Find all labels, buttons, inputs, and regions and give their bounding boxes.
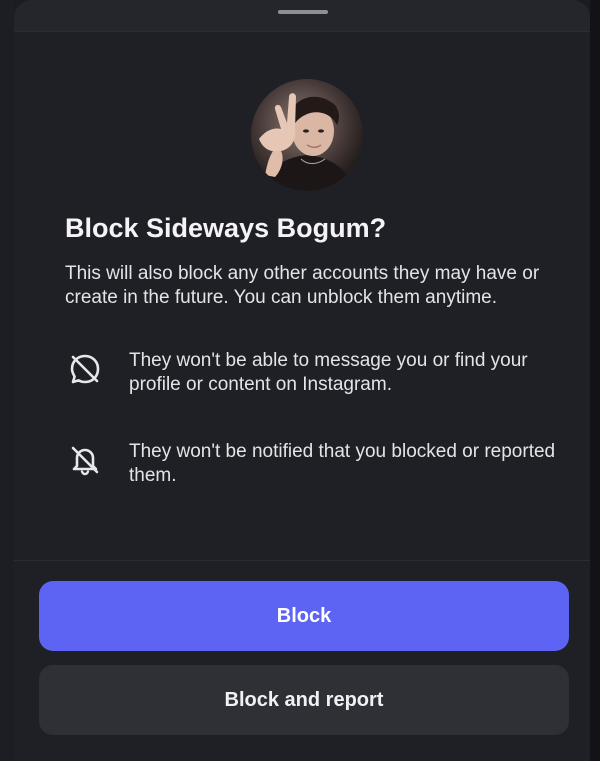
left-edge	[0, 0, 14, 761]
info-row-text: They won't be able to message you or fin…	[129, 350, 528, 395]
bell-off-icon	[71, 446, 99, 476]
block-button[interactable]: Block	[39, 581, 569, 651]
button-area-divider	[14, 560, 590, 561]
screen-background: Block Sideways Bogum? This will also blo…	[0, 0, 600, 761]
profile-photo	[259, 93, 355, 191]
dialog-title: Block Sideways Bogum?	[65, 213, 387, 243]
block-and-report-button[interactable]: Block and report	[39, 665, 569, 735]
right-edge	[590, 0, 600, 761]
dialog-description: This will also block any other accounts …	[65, 263, 540, 308]
message-off-icon	[70, 354, 100, 384]
drag-handle[interactable]	[278, 10, 328, 14]
sheet-header	[14, 0, 590, 32]
info-row-text: They won't be notified that you blocked …	[129, 441, 556, 486]
block-dialog-sheet: Block Sideways Bogum? This will also blo…	[14, 0, 590, 761]
avatar	[251, 79, 363, 191]
